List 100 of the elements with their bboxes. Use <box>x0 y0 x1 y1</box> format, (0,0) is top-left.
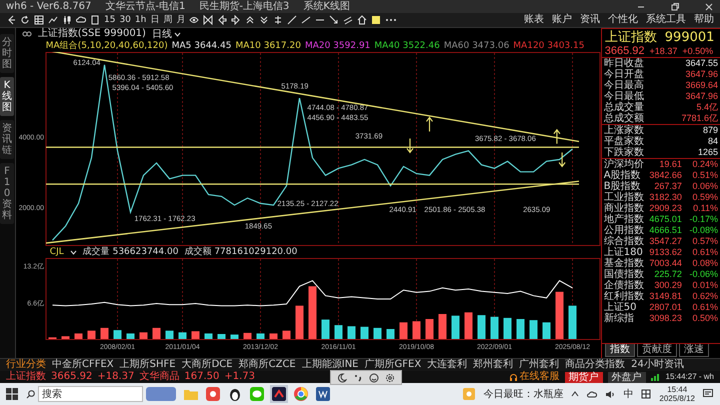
market-tab[interactable]: 行业分类 <box>4 359 48 371</box>
market-tab[interactable]: 广州套利 <box>517 359 562 371</box>
period-button[interactable]: 15 <box>104 14 116 26</box>
grid-icon[interactable] <box>641 389 652 399</box>
arrow-marker[interactable] <box>553 128 560 144</box>
refresh-icon[interactable] <box>20 15 30 25</box>
trend-line[interactable] <box>46 180 579 244</box>
market-tab[interactable]: 上期所SHFE <box>118 359 178 371</box>
line-chart-icon[interactable] <box>48 15 58 25</box>
index-code: 999001 <box>664 30 714 45</box>
view-tab[interactable]: K线图 <box>0 77 14 116</box>
online-service-button[interactable]: 在线客服 <box>508 371 560 383</box>
house-icon[interactable] <box>357 15 368 25</box>
index-value: 2909.23 <box>648 203 682 214</box>
menu-item[interactable]: 账表 <box>524 14 544 26</box>
ticker-name: 文华商品 <box>139 371 180 383</box>
index-label: 工业指数 <box>604 192 645 203</box>
volume-bar <box>308 286 316 339</box>
market-tab[interactable]: 24小时资讯 <box>629 359 686 371</box>
market-tab[interactable]: 大商所DCE <box>180 359 235 371</box>
line-tool-icon[interactable] <box>287 15 298 25</box>
market-tab[interactable]: 中金所CFFEX <box>50 359 116 371</box>
period-button[interactable]: 月 <box>176 14 186 26</box>
arrow-marker[interactable] <box>558 152 566 168</box>
line-tool-icon[interactable] <box>301 15 312 25</box>
input-method-indicator[interactable]: 中 <box>623 387 634 401</box>
index-percent: 0.11% <box>692 203 718 214</box>
smiley-icon[interactable] <box>369 372 379 382</box>
caret-icon[interactable] <box>70 250 77 254</box>
volume-bar <box>230 334 238 339</box>
punctuation-icon[interactable] <box>353 372 363 382</box>
index-label: 红利指数 <box>604 291 645 302</box>
panel-tab[interactable]: 涨速 <box>678 344 709 357</box>
app-icon[interactable] <box>206 387 220 401</box>
panel-tab[interactable]: 贡献度 <box>636 344 677 357</box>
cloud-icon[interactable] <box>587 390 598 398</box>
right-arrow-icon[interactable] <box>231 15 242 25</box>
arrow-marker[interactable] <box>406 138 414 154</box>
indicator-value: MA5 3644.45 <box>172 40 232 52</box>
volume-bar <box>256 333 264 339</box>
menu-item[interactable]: 帮助 <box>694 14 714 26</box>
panel-tab[interactable]: 指数 <box>604 344 635 357</box>
view-tab[interactable]: 分时图 <box>0 34 14 73</box>
candlestick-icon[interactable] <box>62 15 72 25</box>
menu-item[interactable]: 资讯 <box>580 14 600 26</box>
period-dropdown[interactable]: 日线 <box>152 27 181 41</box>
windows-icon[interactable] <box>6 388 18 400</box>
search-field[interactable]: 搜索 <box>38 386 143 402</box>
account-button[interactable]: 期货户 <box>564 372 603 382</box>
bowtie-icon[interactable] <box>203 15 214 25</box>
moon-icon[interactable] <box>337 372 347 382</box>
window-title: 文华云节点-电信1 <box>105 0 186 13</box>
double-down-icon[interactable] <box>259 15 270 25</box>
view-tab[interactable]: F10资料 <box>0 163 14 224</box>
arrow-marker[interactable] <box>426 116 433 132</box>
index-label: 地产指数 <box>604 214 645 225</box>
market-tab[interactable]: 郑商所CZCE <box>236 359 298 371</box>
taskbar-date[interactable]: 2025/8/12 <box>659 394 695 403</box>
indicator-value: MA60 3473.06 <box>444 40 510 52</box>
close-icon[interactable] <box>704 2 714 12</box>
menu-item[interactable]: 系统工具 <box>646 14 686 26</box>
period-button[interactable]: 周 <box>163 14 172 26</box>
app-icon[interactable] <box>272 387 286 401</box>
volume-bar <box>516 319 524 339</box>
notification-icon[interactable] <box>703 389 714 399</box>
period-button[interactable]: 30 <box>119 14 131 26</box>
parallel-lines-icon[interactable] <box>343 15 354 25</box>
period-button[interactable]: 日 <box>150 14 160 26</box>
back-icon[interactable] <box>6 15 16 25</box>
menu-item[interactable]: 账户 <box>552 14 572 26</box>
document-icon[interactable] <box>316 387 330 401</box>
settings-icon[interactable] <box>385 372 395 382</box>
account-button[interactable]: 外盘户 <box>608 372 646 382</box>
menu-item[interactable]: 个性化 <box>608 14 638 26</box>
market-tab[interactable]: 大连套利 <box>425 359 470 371</box>
cloud-icon[interactable] <box>76 15 86 25</box>
market-tab[interactable]: 广期所GFEX <box>362 359 424 371</box>
eye-icon[interactable] <box>189 15 200 25</box>
market-tab[interactable]: 郑州套利 <box>471 359 516 371</box>
volume-bar <box>100 328 108 339</box>
double-up-icon[interactable] <box>245 15 256 25</box>
page-icon[interactable] <box>90 15 100 25</box>
color-swatch-icon[interactable] <box>371 15 382 25</box>
stat-value: 3647.96 <box>685 91 718 102</box>
search-highlight-picture <box>146 387 176 401</box>
taskbar-time[interactable]: 15:44 <box>667 385 688 394</box>
speaker-icon[interactable] <box>605 390 616 398</box>
index-label: 上证180 <box>604 247 644 258</box>
left-arrow-icon[interactable] <box>217 15 228 25</box>
browser-icon[interactable] <box>294 387 308 401</box>
view-tab[interactable]: 资讯链 <box>0 120 14 159</box>
trend-line[interactable] <box>46 183 579 185</box>
volume-bar <box>282 330 290 339</box>
market-tab[interactable]: 商品分类指数 <box>563 359 628 371</box>
market-tab[interactable]: 上期能源INE <box>300 359 360 371</box>
period-button[interactable]: 1h <box>134 14 146 26</box>
search-icon <box>26 390 35 398</box>
arrow-line-icon[interactable] <box>329 15 340 25</box>
caret-up-icon[interactable] <box>571 391 580 397</box>
restore-icon[interactable] <box>670 2 680 12</box>
